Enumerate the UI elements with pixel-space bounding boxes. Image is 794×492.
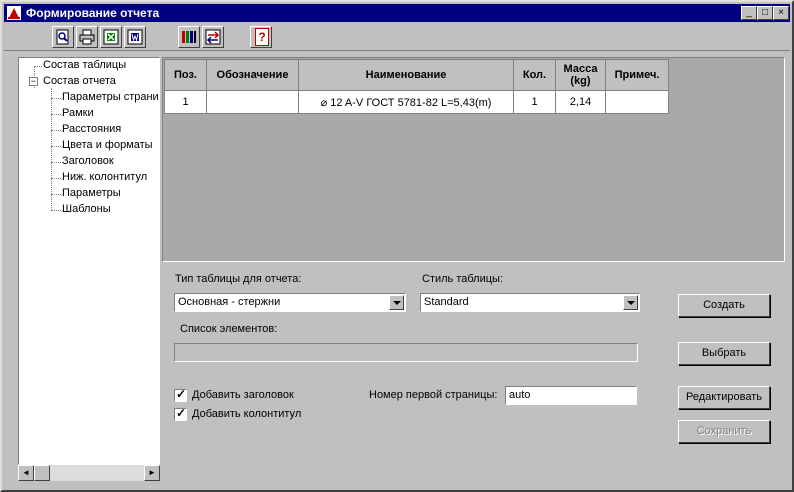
first-page-input[interactable]: auto xyxy=(505,386,637,405)
export-word-button[interactable] xyxy=(124,26,146,48)
create-button[interactable]: Создать xyxy=(678,294,770,317)
scroll-left-button[interactable]: ◄ xyxy=(18,465,34,481)
preview-button[interactable] xyxy=(52,26,74,48)
columns-button[interactable] xyxy=(178,26,200,48)
table-style-label: Стиль таблицы: xyxy=(422,273,503,285)
tree-line xyxy=(51,130,61,131)
save-button[interactable]: Сохранить xyxy=(678,420,770,443)
preview-icon xyxy=(56,29,69,45)
cell-note[interactable] xyxy=(605,90,669,114)
toolbar: ? xyxy=(4,24,790,51)
cell-qty[interactable]: 1 xyxy=(513,90,556,114)
tree-item-distances[interactable]: Расстояния xyxy=(62,123,121,135)
column-header-name[interactable]: Наименование xyxy=(298,59,514,91)
tree-line xyxy=(51,162,61,163)
tree-line xyxy=(51,98,61,99)
add-header-checkbox[interactable] xyxy=(174,387,187,402)
app-icon xyxy=(7,6,21,20)
column-header-note[interactable]: Примеч. xyxy=(605,59,669,91)
tree-item-header[interactable]: Заголовок xyxy=(62,155,114,167)
table-style-value: Standard xyxy=(424,296,469,308)
tree-item-report-content[interactable]: Состав отчета xyxy=(43,75,116,87)
columns-icon xyxy=(182,31,196,43)
table-row[interactable]: 1 ⌀ 12 A-V ГОСТ 5781-82 L=5,43(m) 1 2,14 xyxy=(164,90,669,114)
swap-button[interactable] xyxy=(202,26,224,48)
report-table[interactable]: Поз. Обозначение Наименование Кол. Масса… xyxy=(164,59,669,114)
arrow-left-icon: ◄ xyxy=(22,468,30,477)
column-header-qty[interactable]: Кол. xyxy=(513,59,556,91)
report-window: Формирование отчета _ □ × ? Состав табли… xyxy=(0,0,794,492)
collapse-icon[interactable]: − xyxy=(29,77,38,86)
table-header-row: Поз. Обозначение Наименование Кол. Масса… xyxy=(164,59,669,91)
swap-icon xyxy=(205,29,221,45)
print-icon xyxy=(79,29,95,45)
tree-item-table-content[interactable]: Состав таблицы xyxy=(43,59,126,71)
add-footer-label: Добавить колонтитул xyxy=(192,408,302,420)
tree-line xyxy=(51,210,61,211)
minimize-button[interactable]: _ xyxy=(741,6,757,20)
tree-item-colors-formats[interactable]: Цвета и форматы xyxy=(62,139,153,151)
export-word-icon xyxy=(127,29,143,45)
table-type-select[interactable]: Основная - стержни xyxy=(174,293,406,312)
tree-item-parameters[interactable]: Параметры xyxy=(62,187,121,199)
tree-item-templates[interactable]: Шаблоны xyxy=(62,203,111,215)
close-button[interactable]: × xyxy=(773,6,789,20)
column-header-designation[interactable]: Обозначение xyxy=(206,59,299,91)
tree-line xyxy=(51,146,61,147)
report-grid-panel[interactable]: Поз. Обозначение Наименование Кол. Масса… xyxy=(162,57,785,262)
minimize-icon: _ xyxy=(746,7,752,18)
export-excel-icon xyxy=(103,29,119,45)
tree-line xyxy=(51,88,52,210)
tree-line xyxy=(51,114,61,115)
tree-item-frames[interactable]: Рамки xyxy=(62,107,94,119)
cell-designation[interactable] xyxy=(206,90,299,114)
cell-mass[interactable]: 2,14 xyxy=(555,90,606,114)
column-header-mass[interactable]: Масса (kg) xyxy=(555,59,606,91)
arrow-right-icon: ► xyxy=(148,468,156,477)
first-page-value: auto xyxy=(509,389,531,401)
add-footer-checkbox[interactable] xyxy=(174,406,187,421)
cell-pos[interactable]: 1 xyxy=(164,90,207,114)
help-button[interactable]: ? xyxy=(250,26,272,48)
add-header-label: Добавить заголовок xyxy=(192,389,294,401)
window-title: Формирование отчета xyxy=(26,6,160,20)
tree-horizontal-scrollbar[interactable]: ◄ ► xyxy=(18,465,160,481)
select-button[interactable]: Выбрать xyxy=(678,342,770,365)
table-type-value: Основная - стержни xyxy=(178,296,281,308)
scroll-right-button[interactable]: ► xyxy=(144,465,160,481)
first-page-label: Номер первой страницы: xyxy=(369,389,498,401)
elements-list-label: Список элементов: xyxy=(180,323,278,335)
table-style-select[interactable]: Standard xyxy=(420,293,640,312)
export-excel-button[interactable] xyxy=(100,26,122,48)
elements-list-field[interactable] xyxy=(174,343,638,362)
close-icon: × xyxy=(778,7,784,18)
title-bar[interactable]: Формирование отчета _ □ × xyxy=(4,4,790,22)
tree-item-footer[interactable]: Ниж. колонтитул xyxy=(62,171,147,183)
column-header-pos[interactable]: Поз. xyxy=(164,59,207,91)
tree-line xyxy=(51,194,61,195)
tree-item-page-params[interactable]: Параметры страни xyxy=(62,91,159,103)
scroll-thumb[interactable] xyxy=(34,465,50,481)
tree-line xyxy=(34,66,42,67)
maximize-button[interactable]: □ xyxy=(757,6,773,20)
maximize-icon: □ xyxy=(761,7,769,18)
cell-name[interactable]: ⌀ 12 A-V ГОСТ 5781-82 L=5,43(m) xyxy=(298,90,514,114)
print-button[interactable] xyxy=(76,26,98,48)
tree-line xyxy=(51,178,61,179)
chevron-down-icon[interactable] xyxy=(623,295,638,310)
edit-button[interactable]: Редактировать xyxy=(678,386,770,409)
chevron-down-icon[interactable] xyxy=(389,295,404,310)
table-type-label: Тип таблицы для отчета: xyxy=(175,273,302,285)
help-icon: ? xyxy=(255,28,269,46)
settings-tree[interactable]: Состав таблицы − Состав отчета Параметры… xyxy=(18,57,160,465)
